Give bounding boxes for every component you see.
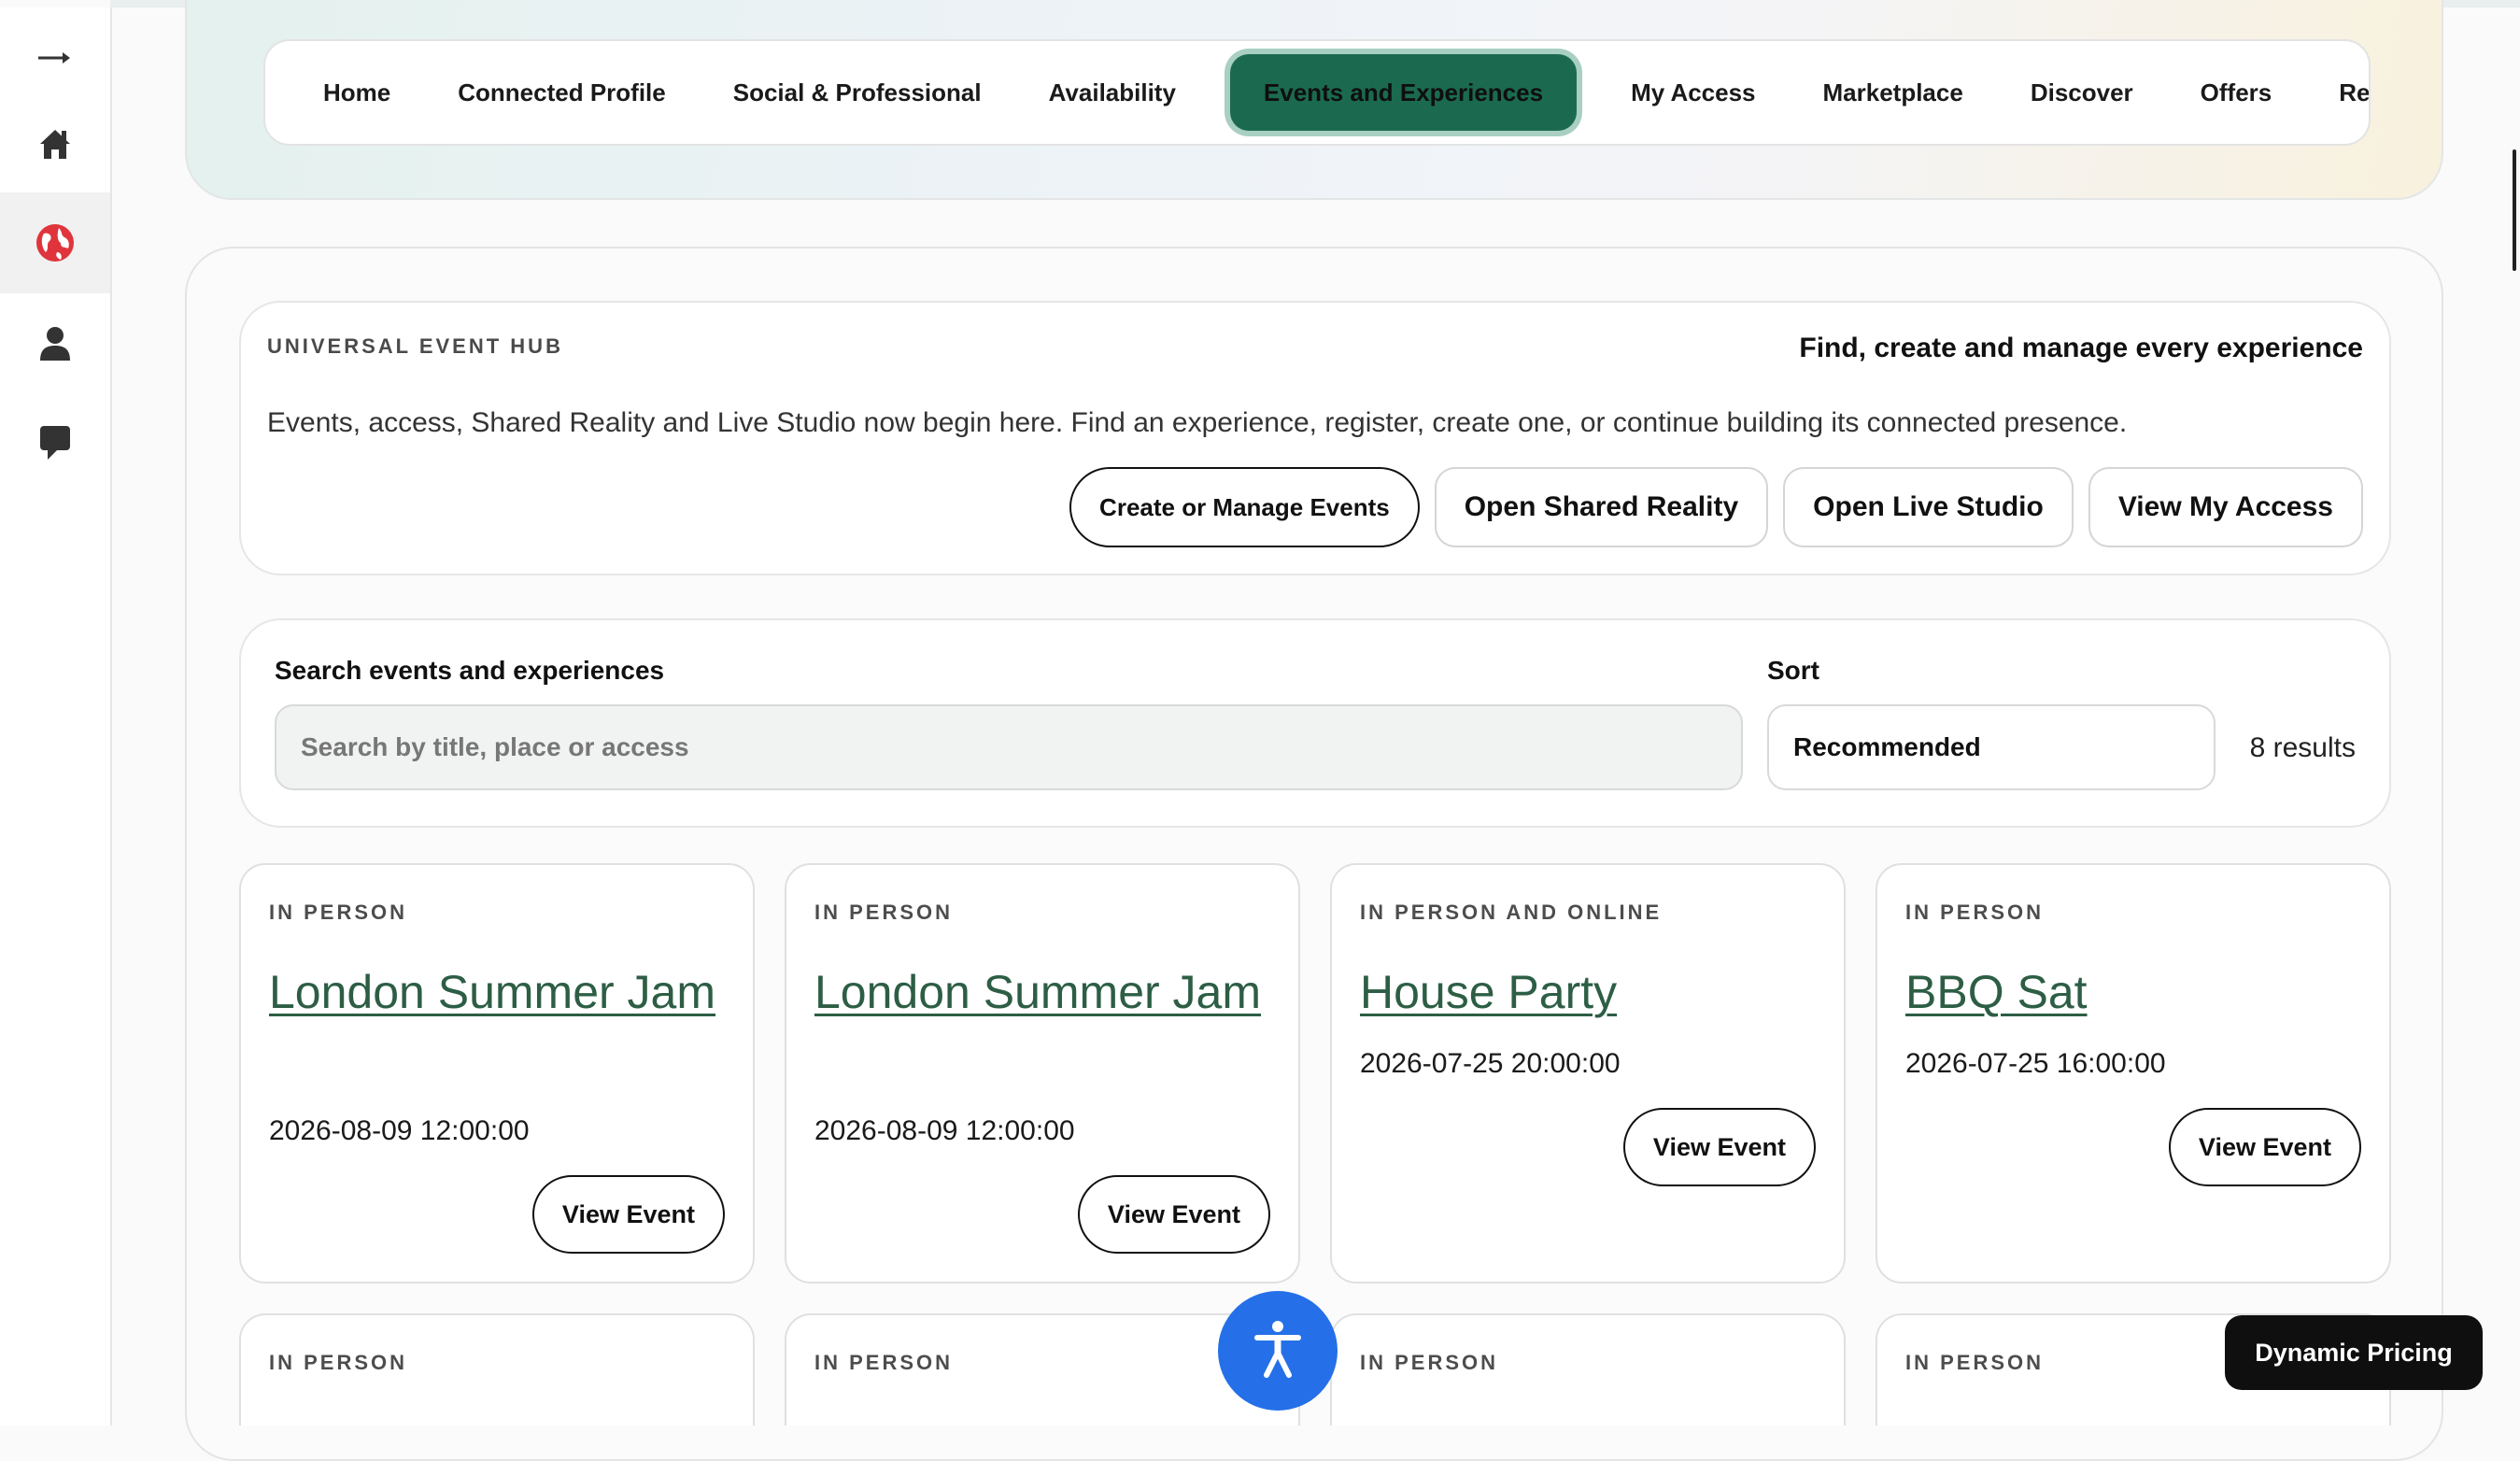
- event-card: IN PERSON London Summer Jam 2026-08-09 1…: [239, 863, 755, 1284]
- event-card: IN PERSON: [1330, 1313, 1846, 1426]
- header-panel: Home Connected Profile Social & Professi…: [185, 0, 2443, 200]
- accessibility-icon: [1252, 1319, 1304, 1383]
- arrow-right-icon: [36, 49, 74, 67]
- home-icon: [36, 125, 74, 163]
- event-date: 2026-07-25 20:00:00: [1360, 1048, 1621, 1079]
- event-card: IN PERSON London Summer Jam 2026-08-09 1…: [785, 863, 1300, 1284]
- tab-events-experiences[interactable]: Events and Experiences: [1229, 54, 1578, 131]
- accessibility-button[interactable]: [1218, 1291, 1338, 1411]
- tab-marketplace[interactable]: Marketplace: [1790, 54, 1997, 131]
- tab-offers[interactable]: Offers: [2167, 54, 2306, 131]
- sort-label: Sort: [1767, 656, 1819, 685]
- event-card: IN PERSON BBQ Sat 2026-07-25 16:00:00 Vi…: [1876, 863, 2391, 1284]
- event-type: IN PERSON: [269, 901, 408, 924]
- event-type: IN PERSON: [1905, 901, 2045, 924]
- rail-events[interactable]: [0, 192, 110, 293]
- create-manage-events-button[interactable]: Create or Manage Events: [1069, 467, 1420, 547]
- tab-home[interactable]: Home: [290, 54, 424, 131]
- open-shared-reality-button[interactable]: Open Shared Reality: [1434, 467, 1769, 547]
- hub-description: Events, access, Shared Reality and Live …: [267, 407, 2128, 438]
- hub-actions: Create or Manage Events Open Shared Real…: [1069, 467, 2363, 547]
- tab-my-access[interactable]: My Access: [1597, 54, 1789, 131]
- event-card: IN PERSON AND ONLINE House Party 2026-07…: [1330, 863, 1846, 1284]
- rail-home[interactable]: [0, 93, 110, 194]
- event-type: IN PERSON: [1905, 1351, 2045, 1374]
- sort-select[interactable]: Recommended: [1767, 704, 2216, 790]
- search-panel: Search events and experiences Sort Recom…: [239, 618, 2391, 828]
- view-event-button[interactable]: View Event: [1077, 1175, 1270, 1254]
- icon-rail: [0, 7, 112, 1426]
- event-title-link[interactable]: House Party: [1360, 958, 1808, 1026]
- view-event-button[interactable]: View Event: [531, 1175, 725, 1254]
- results-count: 8 results: [2249, 732, 2356, 763]
- event-type: IN PERSON AND ONLINE: [1360, 901, 1663, 924]
- event-hub-panel: UNIVERSAL EVENT HUB Find, create and man…: [239, 301, 2391, 575]
- rail-messages[interactable]: [0, 392, 110, 493]
- rail-profile[interactable]: [0, 293, 110, 394]
- event-date: 2026-08-09 12:00:00: [269, 1115, 530, 1146]
- person-icon: [38, 325, 72, 362]
- globe-icon: [35, 222, 76, 263]
- event-type: IN PERSON: [814, 1351, 954, 1374]
- event-date: 2026-07-25 16:00:00: [1905, 1048, 2166, 1079]
- view-my-access-button[interactable]: View My Access: [2088, 467, 2363, 547]
- event-title-link[interactable]: London Summer Jam: [814, 958, 1263, 1026]
- event-card: IN PERSON: [239, 1313, 755, 1426]
- open-live-studio-button[interactable]: Open Live Studio: [1783, 467, 2074, 547]
- tab-social-professional[interactable]: Social & Professional: [700, 54, 1015, 131]
- search-input[interactable]: [275, 704, 1743, 790]
- event-date: 2026-08-09 12:00:00: [814, 1115, 1075, 1146]
- scrollbar-thumb[interactable]: [2513, 149, 2516, 271]
- view-event-button[interactable]: View Event: [2168, 1108, 2361, 1186]
- tab-availability[interactable]: Availability: [1015, 54, 1210, 131]
- dynamic-pricing-button[interactable]: Dynamic Pricing: [2225, 1315, 2483, 1390]
- view-event-button[interactable]: View Event: [1622, 1108, 1816, 1186]
- event-title-link[interactable]: BBQ Sat: [1905, 958, 2354, 1026]
- hub-tagline: Find, create and manage every experience: [1799, 333, 2363, 363]
- tab-discover[interactable]: Discover: [1997, 54, 2167, 131]
- event-title-link[interactable]: London Summer Jam: [269, 958, 717, 1026]
- section-tabs: Home Connected Profile Social & Professi…: [263, 39, 2371, 146]
- tab-connected-profile[interactable]: Connected Profile: [424, 54, 699, 131]
- chat-icon: [38, 424, 72, 461]
- event-type: IN PERSON: [269, 1351, 408, 1374]
- tab-requests[interactable]: Reque: [2305, 54, 2369, 131]
- event-type: IN PERSON: [1360, 1351, 1499, 1374]
- hub-eyebrow: UNIVERSAL EVENT HUB: [267, 334, 563, 358]
- search-label: Search events and experiences: [275, 656, 665, 685]
- event-type: IN PERSON: [814, 901, 954, 924]
